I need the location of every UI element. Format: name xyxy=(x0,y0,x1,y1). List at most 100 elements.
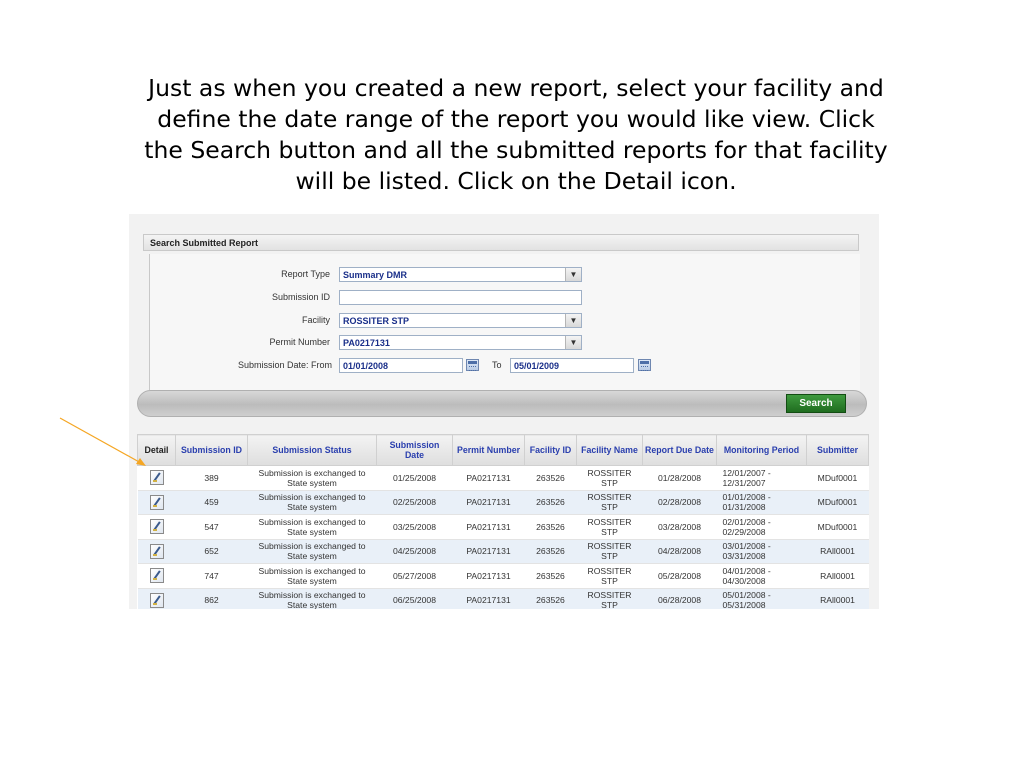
permit-cell: PA0217131 xyxy=(452,539,525,564)
edit-document-icon[interactable] xyxy=(149,592,164,608)
due-date-cell: 06/28/2008 xyxy=(642,588,717,609)
report-type-label: Report Type xyxy=(281,269,330,279)
monitoring-period-cell: 02/01/2008 - 02/29/2008 xyxy=(716,514,807,540)
search-form: Report Type Summary DMR ▼ Submission ID … xyxy=(149,254,860,390)
submission-id-cell: 389 xyxy=(175,465,248,491)
date-to-input[interactable]: 05/01/2009 xyxy=(510,358,634,373)
calendar-icon[interactable] xyxy=(466,359,479,371)
submission-date-row: Submission Date: From xyxy=(150,357,332,374)
column-header[interactable]: Facility ID xyxy=(524,434,577,466)
instruction-line: Just as when you created a new report, s… xyxy=(148,74,884,102)
facility-id-cell: 263526 xyxy=(524,490,577,515)
edit-document-icon[interactable] xyxy=(149,543,164,559)
monitoring-period-cell: 04/01/2008 - 04/30/2008 xyxy=(716,563,807,589)
due-date-cell: 02/28/2008 xyxy=(642,490,717,515)
edit-document-icon[interactable] xyxy=(149,470,164,486)
submitter-cell: RAll0001 xyxy=(806,563,869,589)
facility-name-cell: ROSSITER STP xyxy=(576,588,643,609)
detail-cell xyxy=(137,465,176,491)
submission-date-cell: 06/25/2008 xyxy=(376,588,453,609)
column-header: Detail xyxy=(137,434,176,466)
detail-cell xyxy=(137,588,176,609)
permit-number-select[interactable]: PA0217131 ▼ xyxy=(339,335,582,350)
submission-id-cell: 547 xyxy=(175,514,248,540)
detail-cell xyxy=(137,563,176,589)
edit-document-icon[interactable] xyxy=(149,494,164,510)
calendar-icon[interactable] xyxy=(638,359,651,371)
facility-name-cell: ROSSITER STP xyxy=(576,514,643,540)
due-date-cell: 05/28/2008 xyxy=(642,563,717,589)
monitoring-period-cell: 12/01/2007 - 12/31/2007 xyxy=(716,465,807,491)
submission-date-label: Submission Date: From xyxy=(237,360,332,370)
submission-id-cell: 652 xyxy=(175,539,248,564)
status-cell: Submission is exchanged to State system xyxy=(247,514,377,540)
column-header[interactable]: Submission ID xyxy=(175,434,248,466)
permit-cell: PA0217131 xyxy=(452,514,525,540)
facility-select[interactable]: ROSSITER STP ▼ xyxy=(339,313,582,328)
due-date-cell: 04/28/2008 xyxy=(642,539,717,564)
column-header[interactable]: Facility Name xyxy=(576,434,643,466)
facility-name-cell: ROSSITER STP xyxy=(576,490,643,515)
chevron-down-icon: ▼ xyxy=(569,316,578,325)
submission-date-cell: 04/25/2008 xyxy=(376,539,453,564)
detail-cell xyxy=(137,514,176,540)
instruction-line: the Search button and all the submitted … xyxy=(144,136,888,164)
report-type-select[interactable]: Summary DMR ▼ xyxy=(339,267,582,282)
facility-value: ROSSITER STP xyxy=(343,316,410,326)
column-header[interactable]: Submission Status xyxy=(247,434,377,466)
facility-name-cell: ROSSITER STP xyxy=(576,465,643,491)
permit-cell: PA0217131 xyxy=(452,563,525,589)
status-cell: Submission is exchanged to State system xyxy=(247,490,377,515)
submission-id-cell: 862 xyxy=(175,588,248,609)
permit-number-value: PA0217131 xyxy=(343,338,390,348)
submission-id-input[interactable] xyxy=(339,290,582,305)
column-header[interactable]: Monitoring Period xyxy=(716,434,807,466)
due-date-cell: 01/28/2008 xyxy=(642,465,717,491)
permit-number-row: Permit Number xyxy=(150,334,330,351)
column-header[interactable]: Permit Number xyxy=(452,434,525,466)
due-date-cell: 03/28/2008 xyxy=(642,514,717,540)
table-row: 547 Submission is exchanged to State sys… xyxy=(137,514,869,540)
table-row: 389 Submission is exchanged to State sys… xyxy=(137,465,869,491)
instruction-line: define the date range of the report you … xyxy=(157,105,875,133)
chevron-down-icon: ▼ xyxy=(569,270,578,279)
submitter-cell: MDuf0001 xyxy=(806,490,869,515)
facility-label: Facility xyxy=(301,315,330,325)
facility-id-cell: 263526 xyxy=(524,563,577,589)
date-from-input[interactable]: 01/01/2008 xyxy=(339,358,463,373)
monitoring-period-cell: 05/01/2008 - 05/31/2008 xyxy=(716,588,807,609)
submission-id-label: Submission ID xyxy=(271,292,330,302)
date-to-label: To xyxy=(492,360,502,370)
submission-date-cell: 01/25/2008 xyxy=(376,465,453,491)
search-button[interactable]: Search xyxy=(786,394,846,413)
submitter-cell: MDuf0001 xyxy=(806,465,869,491)
detail-cell xyxy=(137,490,176,515)
facility-name-cell: ROSSITER STP xyxy=(576,539,643,564)
submission-id-cell: 747 xyxy=(175,563,248,589)
table-row: 747 Submission is exchanged to State sys… xyxy=(137,563,869,589)
status-cell: Submission is exchanged to State system xyxy=(247,465,377,491)
monitoring-period-cell: 03/01/2008 - 03/31/2008 xyxy=(716,539,807,564)
submitter-cell: RAll0001 xyxy=(806,539,869,564)
permit-number-label: Permit Number xyxy=(269,337,330,347)
edit-document-icon[interactable] xyxy=(149,519,164,535)
status-cell: Submission is exchanged to State system xyxy=(247,539,377,564)
search-submitted-report-screenshot: Search Submitted Report Report Type Summ… xyxy=(129,214,879,609)
edit-document-icon[interactable] xyxy=(149,568,164,584)
permit-cell: PA0217131 xyxy=(452,465,525,491)
column-header[interactable]: Submission Date xyxy=(376,434,453,466)
results-table: Detail Submission ID Submission Status S… xyxy=(137,434,869,609)
instruction-text: Just as when you created a new report, s… xyxy=(100,73,932,197)
report-type-value: Summary DMR xyxy=(343,270,408,280)
submitter-cell: RAll0001 xyxy=(806,588,869,609)
facility-id-cell: 263526 xyxy=(524,588,577,609)
column-header[interactable]: Submitter xyxy=(806,434,869,466)
submission-id-cell: 459 xyxy=(175,490,248,515)
permit-cell: PA0217131 xyxy=(452,588,525,609)
status-cell: Submission is exchanged to State system xyxy=(247,588,377,609)
submission-date-cell: 05/27/2008 xyxy=(376,563,453,589)
column-header[interactable]: Report Due Date xyxy=(642,434,717,466)
facility-name-cell: ROSSITER STP xyxy=(576,563,643,589)
detail-cell xyxy=(137,539,176,564)
submitter-cell: MDuf0001 xyxy=(806,514,869,540)
